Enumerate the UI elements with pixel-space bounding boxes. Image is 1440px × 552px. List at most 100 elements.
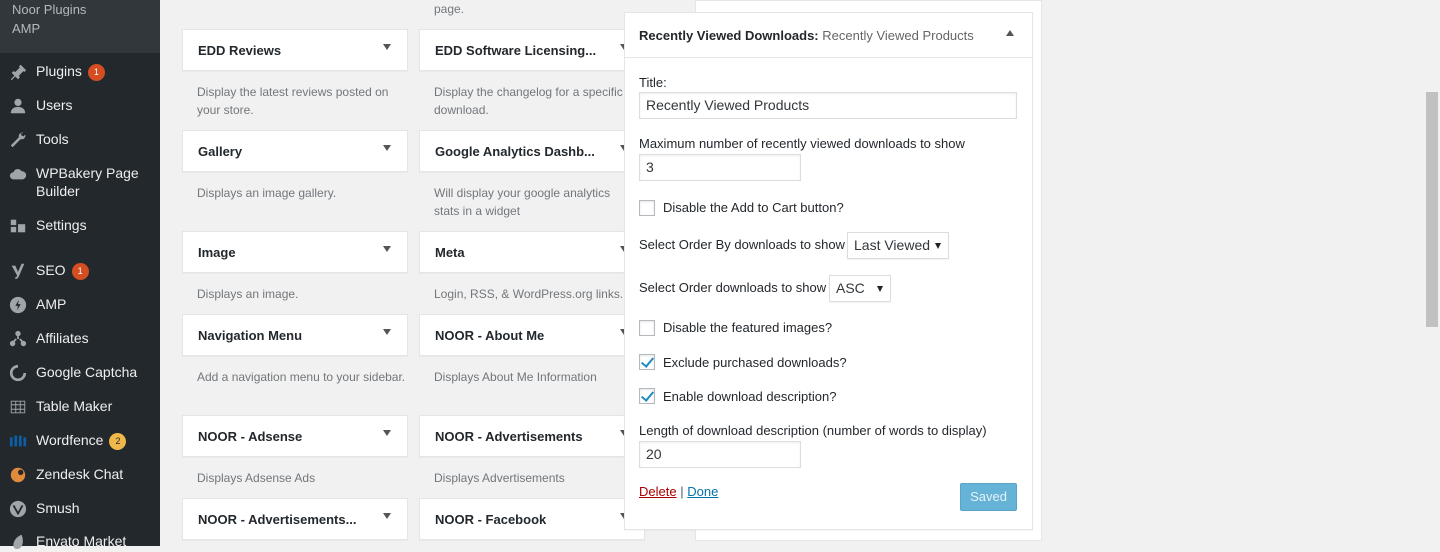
- widget-editor: Recently Viewed Downloads: Recently View…: [624, 12, 1033, 530]
- widget-noor-adsense[interactable]: NOOR - Adsense: [182, 415, 408, 457]
- sidebar-item-smush[interactable]: Smush: [0, 499, 160, 519]
- widget-description: Displays Adsense Ads: [197, 471, 316, 485]
- widget-navigation-menu[interactable]: Navigation Menu: [182, 314, 408, 356]
- table-icon: [0, 397, 36, 417]
- caret-down-icon[interactable]: [383, 513, 391, 519]
- order-by-value: Last Viewed: [854, 237, 931, 253]
- widget-noor-advertisements-alt[interactable]: NOOR - Advertisements...: [182, 498, 408, 540]
- sidebar-item-tools[interactable]: Tools: [0, 130, 160, 150]
- sidebar-item-seo[interactable]: SEO 1: [0, 261, 160, 281]
- caret-down-icon[interactable]: [383, 430, 391, 436]
- title-input[interactable]: Recently Viewed Products: [639, 92, 1017, 119]
- enable-description-checkbox[interactable]: [639, 388, 655, 404]
- widget-description: Displays an image.: [197, 287, 299, 301]
- order-by-select[interactable]: Last Viewed: [847, 232, 949, 259]
- widget-description: Will display your google analytics stats…: [434, 186, 611, 218]
- widget-title: Image: [198, 245, 236, 260]
- plugins-update-badge: 1: [87, 64, 105, 81]
- order-value: ASC: [836, 280, 865, 296]
- widget-description: Displays Advertisements: [434, 471, 565, 485]
- widget-title: NOOR - Advertisements: [435, 429, 583, 444]
- disable-images-label: Disable the featured images?: [663, 320, 833, 335]
- widget-title: Google Analytics Dashb...: [435, 144, 595, 159]
- sidebar-item-label: AMP: [36, 296, 67, 312]
- widget-edd-reviews[interactable]: EDD Reviews: [182, 29, 408, 71]
- widget-image[interactable]: Image: [182, 231, 408, 273]
- widget-description: Login, RSS, & WordPress.org links.: [434, 287, 624, 301]
- widget-description: Displays an image gallery.: [197, 186, 337, 200]
- sidebar-item-label: SEO: [36, 262, 66, 278]
- sidebar-item-zendesk-chat[interactable]: Zendesk Chat: [0, 465, 160, 485]
- widget-description: Displays About Me Information: [434, 370, 597, 384]
- caret-down-icon[interactable]: [383, 44, 391, 50]
- submenu-item-amp[interactable]: AMP: [0, 16, 160, 42]
- order-by-label: Select Order By downloads to show: [639, 237, 845, 252]
- submenu-item-noor-plugins[interactable]: Noor Plugins: [0, 0, 160, 16]
- yoast-icon: [0, 261, 36, 281]
- widget-noor-facebook[interactable]: NOOR - Facebook: [419, 498, 645, 540]
- disable-cart-checkbox[interactable]: [639, 200, 655, 216]
- exclude-purchased-checkbox[interactable]: [639, 354, 655, 370]
- order-label: Select Order downloads to show: [639, 280, 827, 295]
- caret-down-icon[interactable]: [383, 145, 391, 151]
- enable-description-label: Enable download description?: [663, 389, 837, 404]
- sidebar-item-amp[interactable]: AMP: [0, 295, 160, 315]
- sidebar-item-plugins[interactable]: Plugins 1: [0, 62, 160, 82]
- sidebar-item-label: Users: [36, 97, 73, 113]
- max-downloads-input[interactable]: 3: [639, 154, 801, 181]
- widget-description: Display the latest reviews posted on you…: [197, 85, 389, 117]
- sidebar-item-label: Google Captcha: [36, 364, 138, 380]
- description-length-input[interactable]: 20: [639, 441, 801, 468]
- caret-up-icon[interactable]: [1006, 30, 1014, 36]
- sidebar-item-label: Smush: [36, 500, 80, 516]
- widget-title: NOOR - Adsense: [198, 429, 303, 444]
- widget-description: Display the changelog for a specific dow…: [434, 85, 623, 117]
- sidebar-item-label: Plugins: [36, 63, 82, 79]
- max-downloads-label: Maximum number of recently viewed downlo…: [639, 136, 965, 151]
- widget-title: Gallery: [198, 144, 243, 159]
- smush-icon: [0, 499, 36, 519]
- widget-editor-header[interactable]: Recently Viewed Downloads: Recently View…: [625, 13, 1032, 58]
- caret-down-icon[interactable]: [383, 246, 391, 252]
- description-length-label: Length of download description (number o…: [639, 423, 987, 438]
- sidebar-item-google-captcha[interactable]: Google Captcha: [0, 363, 160, 383]
- dropdown-arrow-icon: [877, 286, 883, 292]
- save-button[interactable]: Saved: [960, 483, 1017, 511]
- sidebar-item-settings[interactable]: Settings: [0, 216, 160, 236]
- widget-edd-software-licensing[interactable]: EDD Software Licensing...: [419, 29, 645, 71]
- title-label: Title:: [639, 75, 667, 90]
- dropdown-arrow-icon: [935, 243, 941, 249]
- sidebar-item-wpbakery[interactable]: WPBakery Page Builder: [0, 164, 160, 200]
- sidebar-item-label: Tools: [36, 131, 69, 147]
- scrollbar-thumb[interactable]: [1426, 92, 1438, 327]
- widget-description: Add a navigation menu to your sidebar.: [197, 370, 406, 384]
- widget-meta[interactable]: Meta: [419, 231, 645, 273]
- sidebar-item-envato-market[interactable]: Envato Market: [0, 532, 160, 552]
- sidebar-item-table-maker[interactable]: Table Maker: [0, 397, 160, 417]
- seo-badge: 1: [71, 263, 89, 280]
- link-separator: |: [680, 484, 684, 499]
- done-link[interactable]: Done: [687, 484, 718, 499]
- widget-gallery[interactable]: Gallery: [182, 130, 408, 172]
- envato-icon: [0, 532, 36, 552]
- sidebar-item-affiliates[interactable]: Affiliates: [0, 329, 160, 349]
- sidebar-item-wordfence[interactable]: Wordfence 2: [0, 431, 160, 451]
- widget-title: EDD Reviews: [198, 43, 282, 58]
- sidebar-item-users[interactable]: Users: [0, 96, 160, 116]
- delete-link[interactable]: Delete: [639, 484, 677, 499]
- widget-google-analytics[interactable]: Google Analytics Dashb...: [419, 130, 645, 172]
- disable-images-checkbox[interactable]: [639, 320, 655, 336]
- sidebar-item-label: Zendesk Chat: [36, 466, 124, 482]
- plug-icon: [0, 62, 36, 82]
- amp-icon: [0, 295, 36, 315]
- caret-down-icon[interactable]: [383, 329, 391, 335]
- users-icon: [0, 96, 36, 116]
- widget-noor-about-me[interactable]: NOOR - About Me: [419, 314, 645, 356]
- widget-noor-advertisements[interactable]: NOOR - Advertisements: [419, 415, 645, 457]
- captcha-icon: [0, 363, 36, 383]
- sidebar-item-label: Table Maker: [36, 398, 113, 414]
- sidebar-item-label: Affiliates: [36, 330, 89, 346]
- submenu: Noor Plugins AMP: [0, 0, 160, 53]
- order-select[interactable]: ASC: [829, 275, 891, 302]
- wordfence-badge: 2: [109, 433, 127, 450]
